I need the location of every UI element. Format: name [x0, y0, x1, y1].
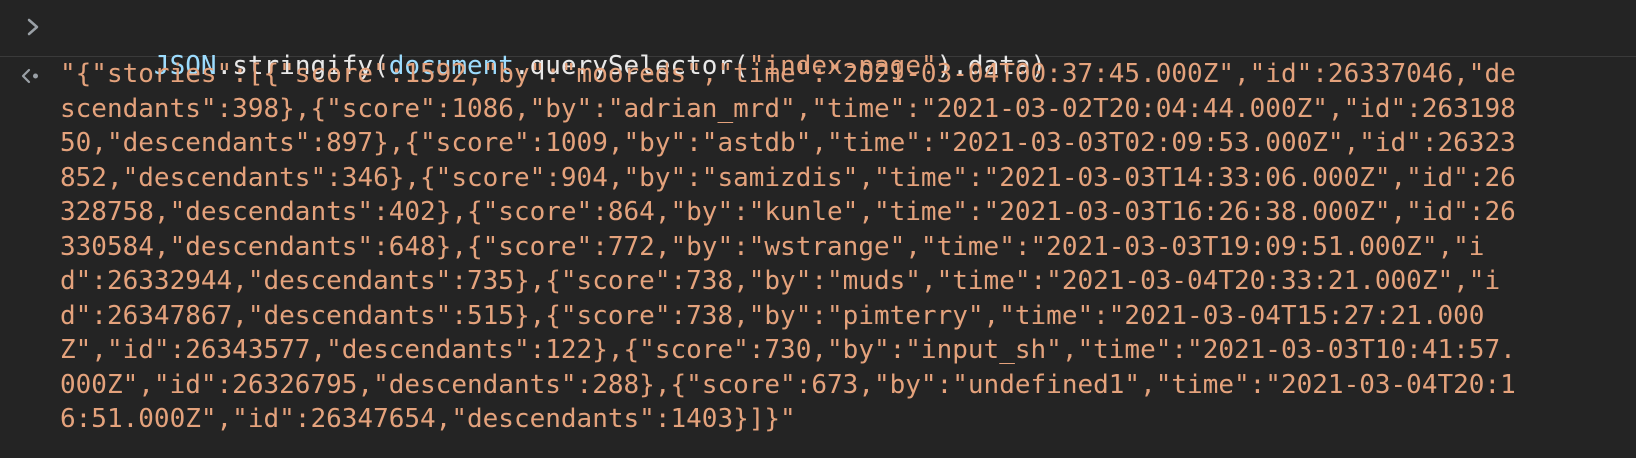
return-arrow-icon [21, 68, 38, 84]
console-result-string[interactable]: "{"stories":[{"score":1592,"by":"mooreds… [60, 57, 1520, 437]
devtools-console: JSON.stringify(document.querySelector("i… [0, 0, 1636, 458]
console-input-entry: JSON.stringify(document.querySelector("i… [0, 0, 1636, 81]
chevron-right-icon [27, 18, 39, 36]
console-output-entry: "{"stories":[{"score":1592,"by":"mooreds… [0, 57, 1636, 458]
